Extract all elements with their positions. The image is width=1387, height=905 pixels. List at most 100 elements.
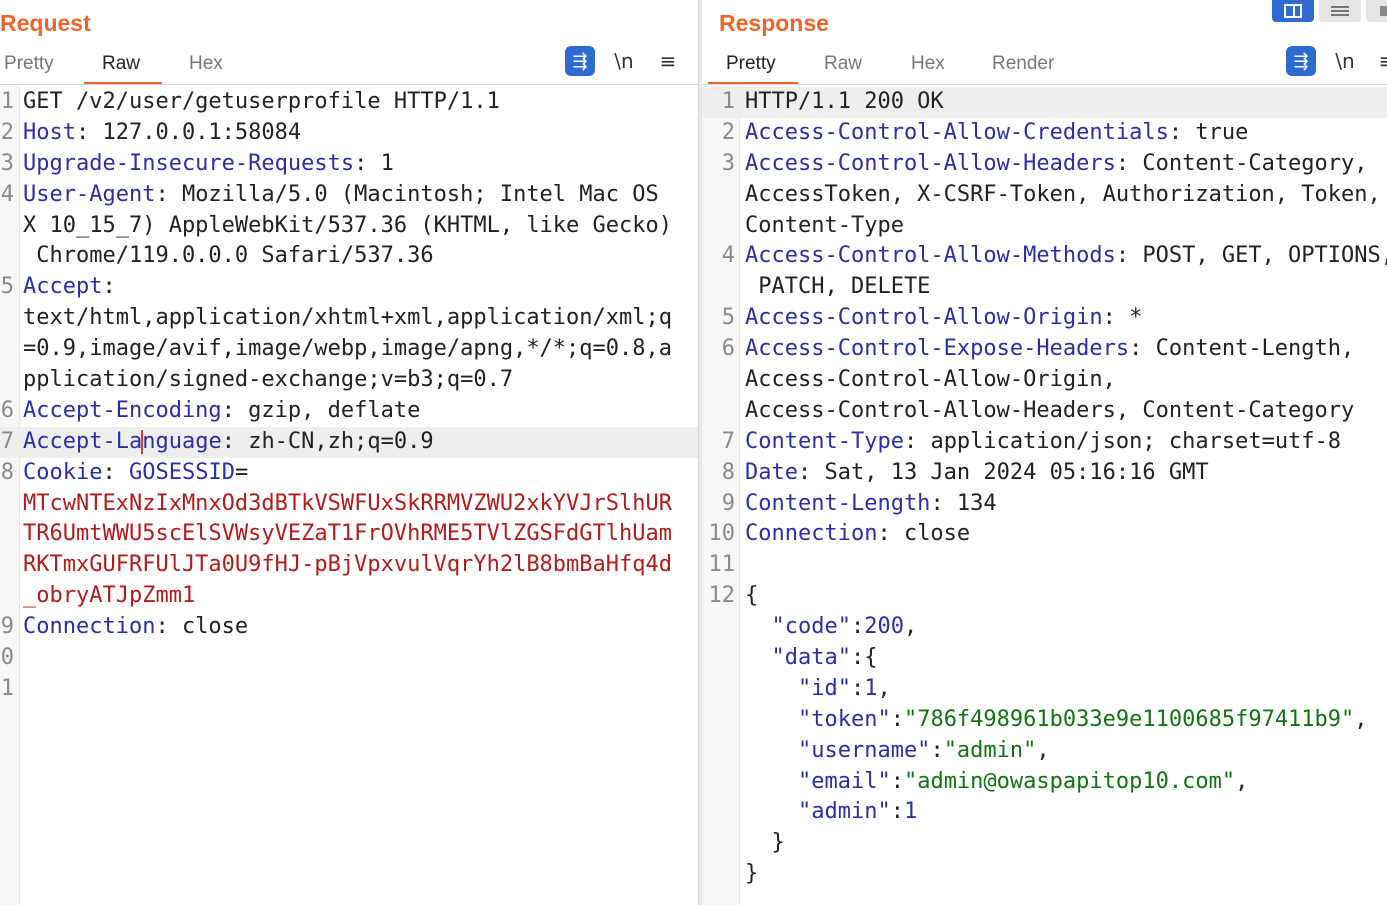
hamburger-menu-icon[interactable]: ≡ [1372,46,1387,76]
hamburger-menu-icon[interactable]: ≡ [653,46,683,76]
json-string: "admin" [943,737,1037,763]
json-number: 1 [864,675,878,701]
code-line: 7 Content-Type: application/json; charset… [702,427,1387,458]
text-segment: } [745,830,785,856]
text-segment: : application/json; charset=utf-8 [903,428,1342,454]
code-line: 6 Access-Control-Expose-Headers: Content-… [702,334,1387,365]
line-number: 9 [0,614,14,640]
line-content: Content-Type [745,211,904,242]
json-string: "786f498961b033e9e1100685f97411b9" [903,706,1355,732]
code-line: AccessToken, X-CSRF-Token, Authorization… [702,180,1387,211]
text-segment: : Mozilla/5.0 (Macintosh; Intel Mac OS [155,181,659,207]
code-line: 4 User-Agent: Mozilla/5.0 (Macintosh; Int… [0,180,698,211]
text-segment: pplication/signed-exchange;v=b3;q=0.7 [23,367,514,393]
wrap-lines-icon[interactable]: ⇶ [565,46,595,76]
text-segment: : [890,799,904,825]
code-line: 5 Access-Control-Allow-Origin: * [702,303,1387,334]
line-content: Upgrade-Insecure-Requests: 1 [23,149,394,180]
line-content: } [745,828,785,859]
code-line: 10 Connection: close [702,519,1387,550]
header-name: User-Agent [23,181,156,207]
text-segment: : [102,274,116,300]
line-content: pplication/signed-exchange;v=b3;q=0.7 [23,365,513,396]
line-content: AccessToken, X-CSRF-Token, Authorization… [745,180,1381,211]
line-content: "token":"786f498961b033e9e1100685f97411b… [745,705,1368,736]
json-string: "admin@owaspapitop10.com" [903,768,1236,794]
code-line: 3 Access-Control-Allow-Headers: Content-C… [702,149,1387,180]
text-segment: : [102,459,129,485]
tab-hex[interactable]: Hex [911,44,945,82]
request-editor[interactable]: 1 GET /v2/user/getuserprofile HTTP/1.1 2 Ho… [0,87,698,705]
wrap-lines-icon[interactable]: ⇶ [1286,46,1316,76]
line-number: 10 [708,521,736,547]
header-name: Accept-Encoding [23,397,222,423]
line-content: Accept-Encoding: gzip, deflate [23,396,420,427]
header-name: Cookie [23,459,103,485]
text-segment: : [850,614,865,640]
line-content: "username":"admin", [745,736,1050,767]
line-number: 4 [721,243,735,269]
code-line: Access-Control-Allow-Origin, [702,365,1387,396]
newline-toggle-button[interactable]: \n [1330,46,1360,76]
text-segment: text/html,application/xhtml+xml,applicat… [23,305,673,331]
text-segment: : POST, GET, OPTIONS, [1115,243,1387,269]
single-pane-icon[interactable] [1366,0,1387,22]
text-segment: Access-Control-Allow-Headers, Content-Ca… [745,397,1355,423]
line-number: 0 [0,645,14,671]
line-content: "code":200, [745,612,917,643]
cookie-value: _obryATJpZmm1 [23,583,196,609]
line-content: { [745,581,758,612]
line-content: Connection: close [745,519,970,550]
code-line: 2 Access-Control-Allow-Credentials: true [702,118,1387,149]
text-segment: : 127.0.0.1:58084 [75,119,302,145]
line-content: Access-Control-Expose-Headers: Content-L… [745,334,1354,365]
text-segment: : Content-Category, [1115,150,1368,176]
text-segment: , [903,614,918,640]
line-content: Access-Control-Allow-Headers: Content-Ca… [745,149,1368,180]
header-name: Accept [23,274,103,300]
split-view-icon[interactable] [1272,0,1314,22]
code-line: 6 Accept-Encoding: gzip, deflate [0,396,698,427]
line-content: RKTmxGUFRFUlJTa0U9fHJ-pBjVpxvulVqrYh2lB8… [23,550,672,581]
tab-raw[interactable]: Raw [824,44,862,82]
request-title: Request [0,10,91,36]
code-line: 9 Connection: close [0,612,698,643]
line-number: 4 [0,181,14,207]
line-content: GET /v2/user/getuserprofile HTTP/1.1 [23,87,500,118]
header-name: "email" [745,768,891,794]
code-line: 4 Access-Control-Allow-Methods: POST, GET… [702,241,1387,272]
code-line: 1 [0,674,698,705]
tab-render[interactable]: Render [992,44,1054,82]
code-line: 8 Cookie: GOSESSID= [0,458,698,489]
text-segment: , [1354,706,1368,732]
line-number: 6 [721,336,735,362]
header-name: "id" [745,675,851,701]
line-number: 1 [0,89,14,114]
line-number: 3 [0,150,14,176]
code-line: "id":1, [702,674,1387,705]
tab-pretty[interactable]: Pretty [4,44,54,82]
code-line: 8 Date: Sat, 13 Jan 2024 05:16:16 GMT [702,458,1387,489]
response-panel: Response Pretty Raw Hex Render ⇶ \n ≡ 1H… [702,0,1387,905]
header-name: "data" [745,645,851,671]
stacked-view-icon[interactable] [1319,0,1361,22]
line-content: Accept: [23,272,116,303]
line-content: MTcwNTExNzIxMnxOd3dBTkVSWFUxSkRRMVZWU2xk… [23,489,672,520]
text-segment: : [890,706,904,732]
tab-raw[interactable]: Raw [83,44,163,85]
text-segment: : zh-CN,zh;q=0.9 [221,428,434,454]
line-content: X 10_15_7) AppleWebKit/537.36 (KHTML, li… [23,211,672,242]
code-line: pplication/signed-exchange;v=b3;q=0.7 [0,365,698,396]
line-content: Access-Control-Allow-Credentials: true [745,118,1248,149]
line-content: Access-Control-Allow-Methods: POST, GET,… [745,241,1387,272]
line-number: 3 [721,150,735,176]
text-segment: HTTP/1.1 200 OK [745,89,944,114]
tab-hex[interactable]: Hex [189,44,223,82]
text-segment: : 1 [354,150,394,176]
response-editor[interactable]: 1 HTTP/1.1 200 OK 2 Access-Control-Allow-Cr… [702,87,1387,890]
tab-pretty[interactable]: Pretty [708,44,798,85]
cookie-value: TR6UmtWWU5scElSVWsyVEZaT1FrOVhRME5TVlZGS… [23,521,673,547]
header-name: GOSESSID [128,459,235,485]
code-line: 0 [0,643,698,674]
newline-toggle-button[interactable]: \n [609,46,639,76]
